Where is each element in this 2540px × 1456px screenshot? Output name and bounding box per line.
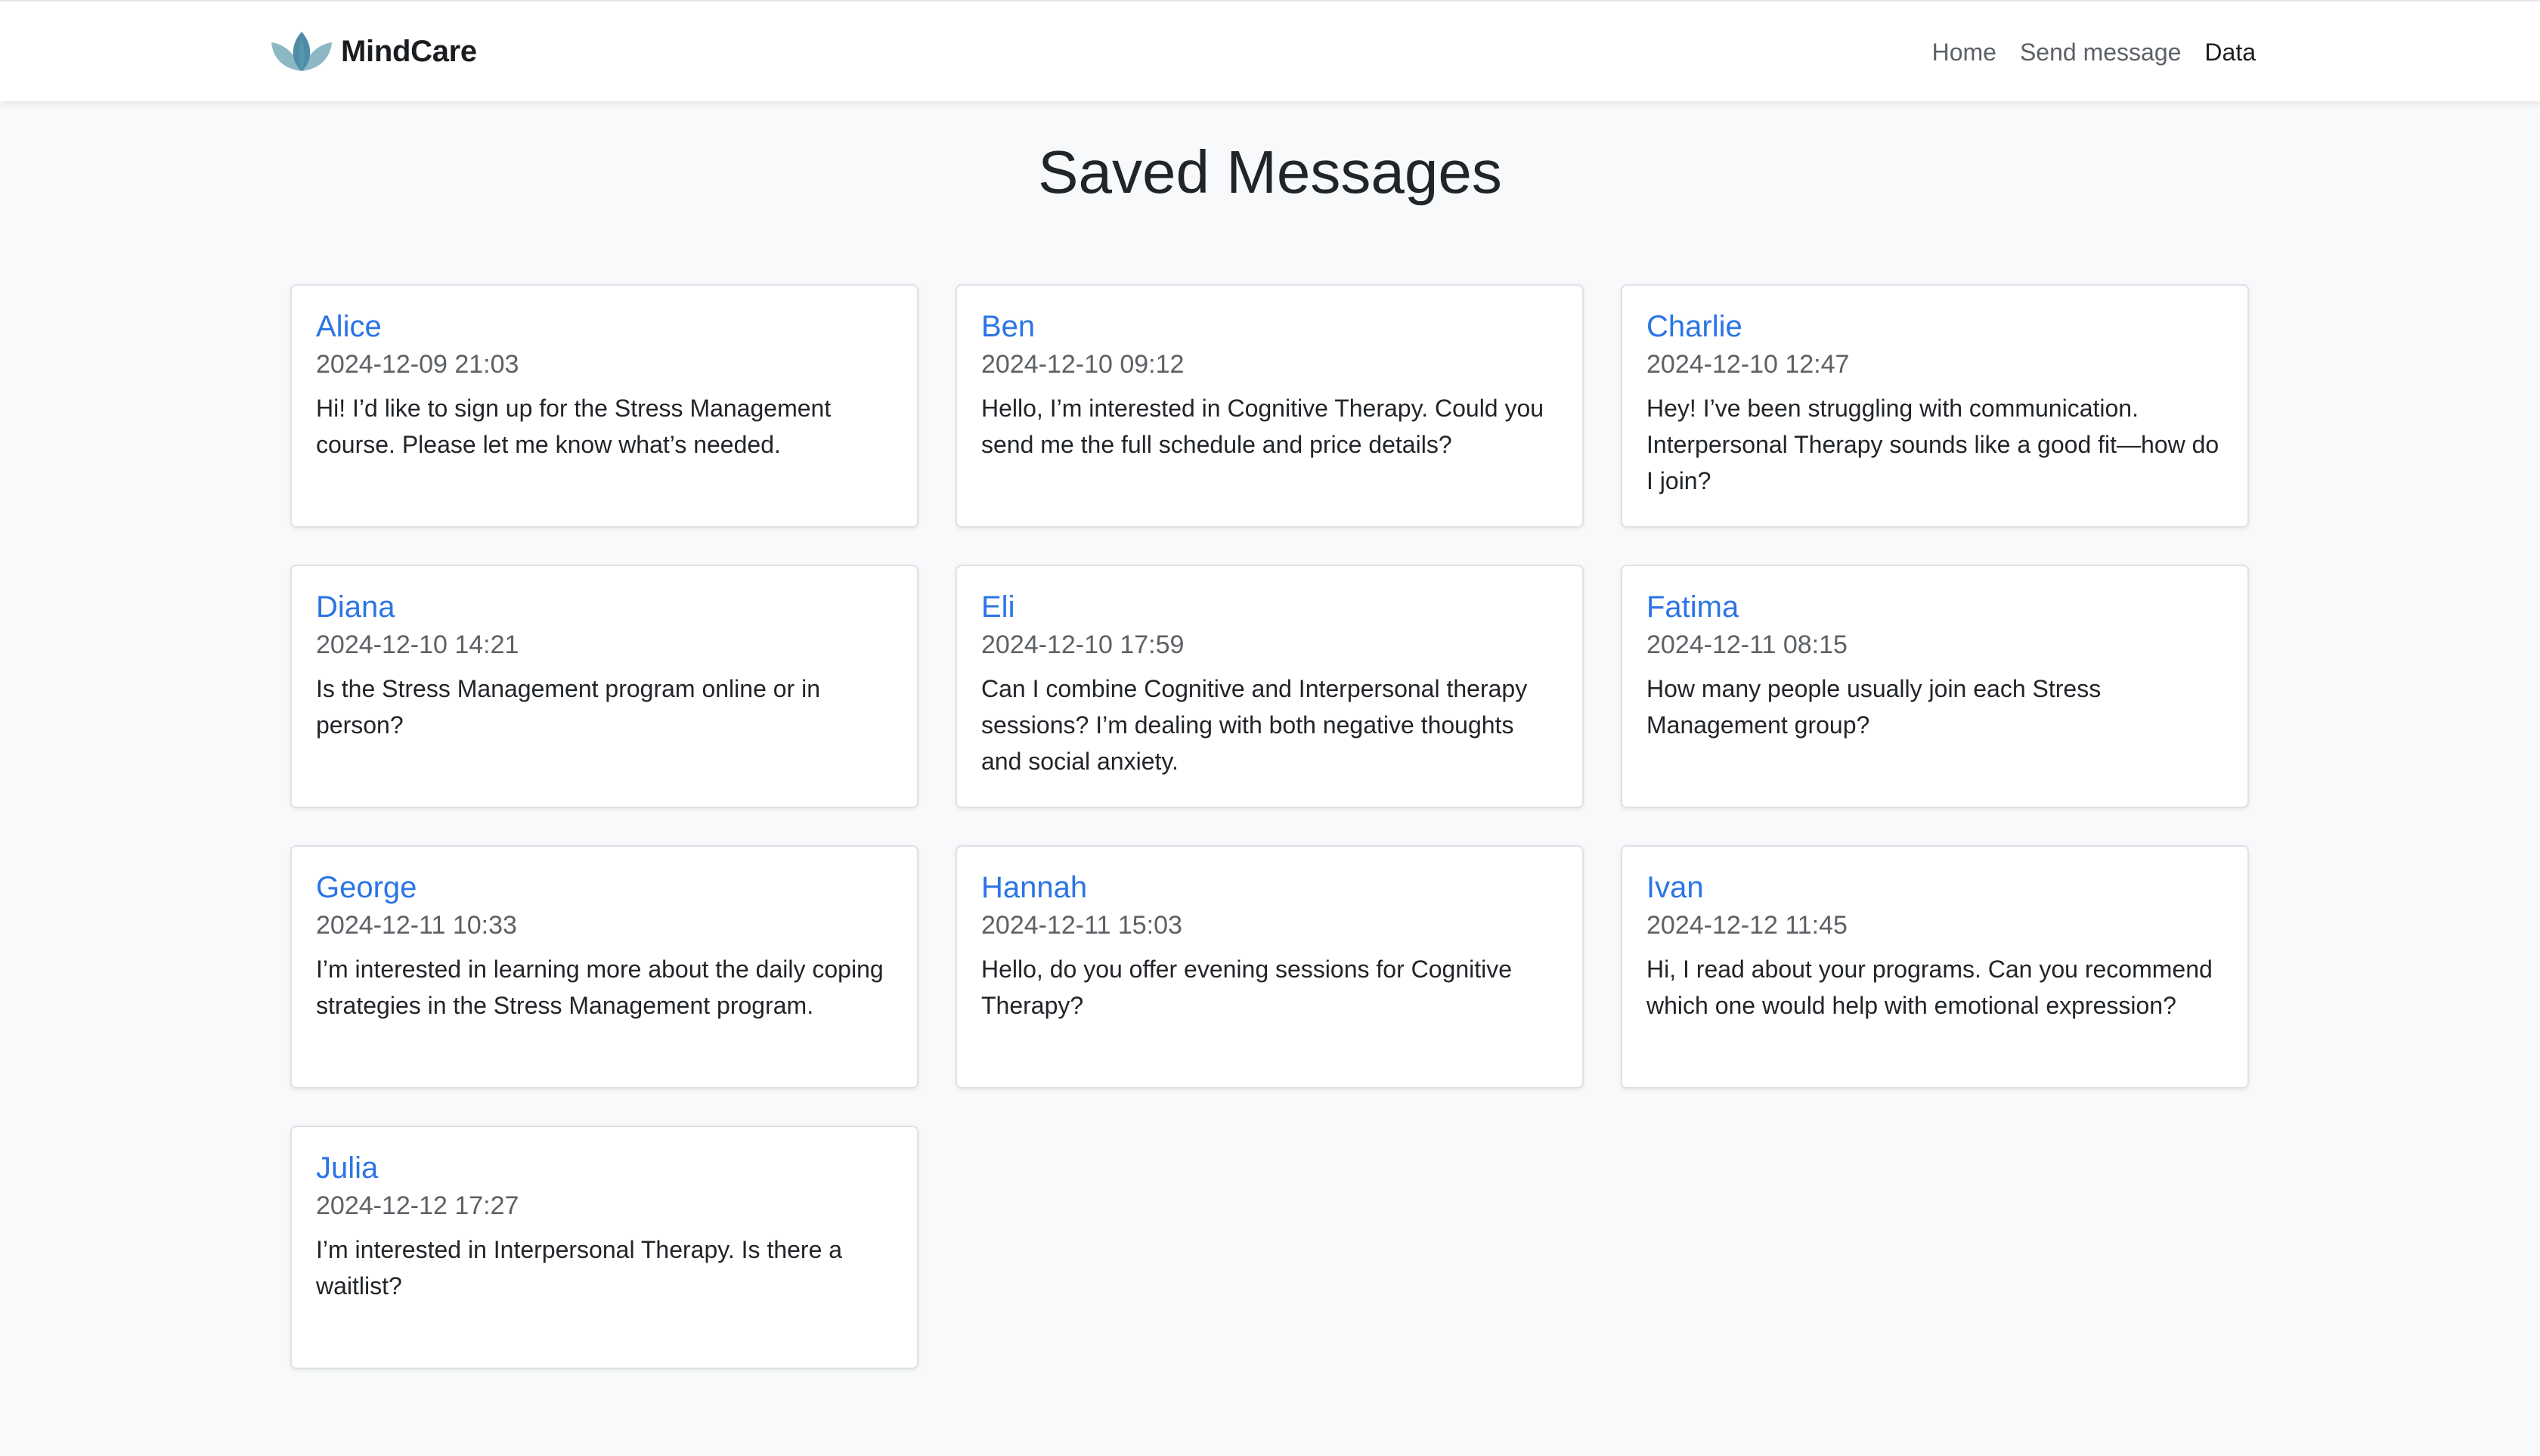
message-timestamp: 2024-12-09 21:03 bbox=[316, 350, 519, 379]
nav-home-link[interactable]: Home bbox=[1932, 39, 1996, 67]
message-text: Is the Stress Management program online … bbox=[316, 675, 820, 739]
message-sender: Alice bbox=[316, 310, 382, 343]
message-card: Ben 2024-12-10 09:12 Hello, I’m interest… bbox=[956, 284, 1584, 528]
message-sender: Ivan bbox=[1646, 871, 1704, 904]
nav-data-link[interactable]: Data bbox=[2204, 39, 2256, 67]
message-card: Hannah 2024-12-11 15:03 Hello, do you of… bbox=[956, 845, 1584, 1089]
message-text: Hello, I’m interested in Cognitive Thera… bbox=[981, 395, 1544, 459]
message-card: Charlie 2024-12-10 12:47 Hey! I’ve been … bbox=[1621, 284, 2249, 528]
message-card: Ivan 2024-12-12 11:45 Hi, I read about y… bbox=[1621, 845, 2249, 1089]
message-sender: Ben bbox=[981, 310, 1036, 343]
message-sender: George bbox=[316, 871, 417, 904]
message-timestamp: 2024-12-11 15:03 bbox=[981, 911, 1182, 940]
nav-send-message-link[interactable]: Send message bbox=[2020, 39, 2181, 67]
top-navbar: MindCare Home Send message Data bbox=[0, 0, 2540, 101]
message-sender: Eli bbox=[981, 590, 1015, 624]
message-timestamp: 2024-12-12 17:27 bbox=[316, 1191, 519, 1220]
message-sender: Hannah bbox=[981, 871, 1088, 904]
message-timestamp: 2024-12-10 14:21 bbox=[316, 630, 519, 659]
message-text: Hi, I read about your programs. Can you … bbox=[1646, 956, 2213, 1020]
message-card: Fatima 2024-12-11 08:15 How many people … bbox=[1621, 565, 2249, 808]
brand-link[interactable]: MindCare bbox=[270, 27, 477, 76]
message-timestamp: 2024-12-11 08:15 bbox=[1646, 630, 1848, 659]
message-timestamp: 2024-12-10 12:47 bbox=[1646, 350, 1850, 379]
message-text: I’m interested in Interpersonal Therapy.… bbox=[316, 1236, 843, 1300]
message-timestamp: 2024-12-10 17:59 bbox=[981, 630, 1185, 659]
message-card: Julia 2024-12-12 17:27 I’m interested in… bbox=[290, 1126, 918, 1369]
lotus-icon bbox=[270, 27, 333, 76]
message-timestamp: 2024-12-12 11:45 bbox=[1646, 911, 1848, 940]
message-timestamp: 2024-12-11 10:33 bbox=[316, 911, 517, 940]
message-timestamp: 2024-12-10 09:12 bbox=[981, 350, 1185, 379]
messages-grid: Alice 2024-12-09 21:03 Hi! I’d like to s… bbox=[290, 284, 2250, 1369]
brand-name: MindCare bbox=[341, 34, 477, 68]
message-sender: Diana bbox=[316, 590, 395, 624]
message-card: Diana 2024-12-10 14:21 Is the Stress Man… bbox=[290, 565, 918, 808]
message-text: Hello, do you offer evening sessions for… bbox=[981, 956, 1513, 1020]
message-card: Alice 2024-12-09 21:03 Hi! I’d like to s… bbox=[290, 284, 918, 528]
message-text: Hey! I’ve been struggling with communica… bbox=[1646, 395, 2219, 495]
message-text: Hi! I’d like to sign up for the Stress M… bbox=[316, 395, 832, 459]
message-sender: Fatima bbox=[1646, 590, 1739, 624]
message-card: George 2024-12-11 10:33 I’m interested i… bbox=[290, 845, 918, 1089]
nav-links: Home Send message Data bbox=[1909, 2, 2256, 103]
message-text: Can I combine Cognitive and Interpersona… bbox=[981, 675, 1528, 776]
message-sender: Julia bbox=[316, 1151, 379, 1185]
message-text: I’m interested in learning more about th… bbox=[316, 956, 884, 1020]
message-text: How many people usually join each Stress… bbox=[1646, 675, 2102, 739]
message-card: Eli 2024-12-10 17:59 Can I combine Cogni… bbox=[956, 565, 1584, 808]
message-sender: Charlie bbox=[1646, 310, 1742, 343]
page-title: Saved Messages bbox=[1038, 138, 1502, 206]
